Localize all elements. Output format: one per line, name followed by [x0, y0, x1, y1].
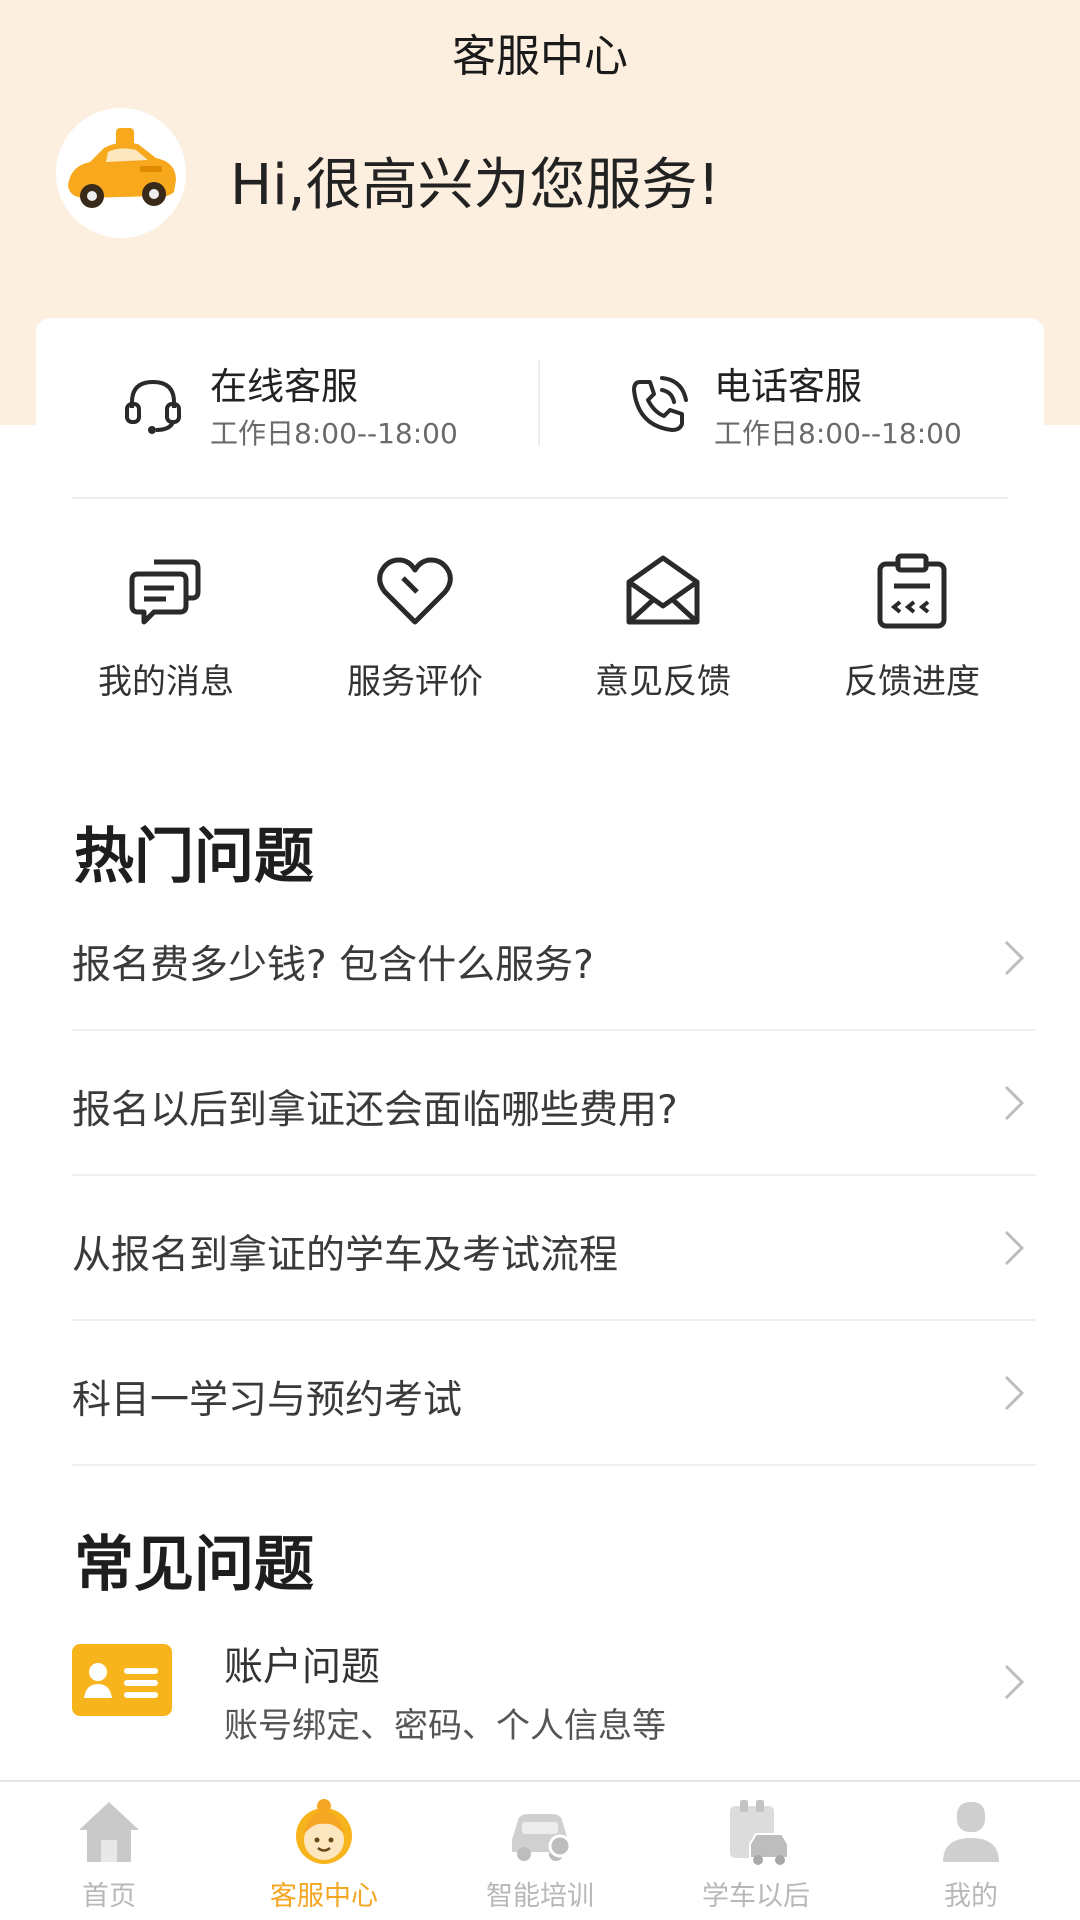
service-rating-label: 服务评价 [347, 662, 483, 702]
phone-icon [632, 376, 688, 432]
account-issues-item[interactable]: 账户问题 账号绑定、密码、个人信息等 [72, 1608, 1036, 1768]
tab-home[interactable]: 首页 [24, 1796, 194, 1916]
tab-mine[interactable]: 我的 [886, 1796, 1056, 1916]
hot-question-text: 从报名到拿证的学车及考试流程 [72, 1233, 619, 1278]
feedback-button[interactable]: 意见反馈 [563, 548, 763, 708]
hot-questions-title: 热门问题 [74, 822, 314, 892]
bottom-tab-bar: 首页 客服中心 智能培训 学车以后 我的 [0, 1780, 1080, 1920]
hot-question-text: 科目一学习与预约考试 [72, 1378, 463, 1423]
online-service-hours: 工作日8:00--18:00 [210, 417, 458, 450]
tab-after-learning[interactable]: 学车以后 [671, 1796, 841, 1916]
page-title: 客服中心 [452, 31, 628, 82]
clipboard-icon [877, 553, 947, 629]
tab-home-label: 首页 [82, 1881, 136, 1912]
divider [72, 497, 1008, 499]
tab-smart-training-label: 智能培训 [486, 1881, 594, 1912]
greeting-text: Hi,很高兴为您服务! [230, 153, 720, 218]
contact-divider [538, 360, 540, 446]
service-agent-icon [296, 1799, 352, 1864]
feedback-progress-button[interactable]: 反馈进度 [812, 548, 1012, 708]
phone-service-title: 电话客服 [714, 365, 862, 408]
hot-question-item[interactable]: 科目一学习与预约考试 [72, 1321, 1036, 1466]
phone-service-button[interactable]: 电话客服 工作日8:00--18:00 [622, 356, 1022, 456]
hot-question-text: 报名费多少钱? 包含什么服务? [72, 943, 594, 988]
tab-after-learning-label: 学车以后 [702, 1881, 810, 1912]
chevron-right-icon [1004, 940, 1025, 976]
tab-smart-training[interactable]: 智能培训 [455, 1796, 625, 1916]
hot-question-item[interactable]: 报名以后到拿证还会面临哪些费用? [72, 1031, 1036, 1176]
chevron-right-icon [1004, 1230, 1025, 1266]
avatar [56, 108, 186, 238]
envelope-icon [626, 555, 700, 625]
hot-question-text: 报名以后到拿证还会面临哪些费用? [72, 1088, 678, 1133]
online-service-title: 在线客服 [210, 365, 358, 408]
message-icon [129, 559, 201, 625]
car-training-icon [512, 1814, 572, 1861]
my-messages-label: 我的消息 [98, 662, 234, 702]
chevron-right-icon [1004, 1664, 1025, 1700]
feedback-label: 意见反馈 [595, 662, 731, 702]
common-questions-title: 常见问题 [74, 1530, 314, 1600]
account-issues-subtitle: 账号绑定、密码、个人信息等 [224, 1706, 666, 1746]
service-rating-button[interactable]: 服务评价 [315, 548, 515, 708]
hot-question-item[interactable]: 从报名到拿证的学车及考试流程 [72, 1176, 1036, 1321]
id-card-icon [72, 1644, 172, 1716]
hot-question-item[interactable]: 报名费多少钱? 包含什么服务? [72, 886, 1036, 1031]
user-icon [943, 1802, 999, 1862]
phone-service-hours: 工作日8:00--18:00 [714, 417, 962, 450]
chevron-right-icon [1004, 1375, 1025, 1411]
contact-card: 在线客服 工作日8:00--18:00 电话客服 工作日8:00--18:00 [36, 318, 1044, 498]
tab-service-center[interactable]: 客服中心 [239, 1796, 409, 1916]
online-service-button[interactable]: 在线客服 工作日8:00--18:00 [118, 356, 518, 456]
account-issues-title: 账户问题 [224, 1645, 381, 1690]
my-messages-button[interactable]: 我的消息 [66, 548, 266, 708]
home-icon [79, 1802, 139, 1862]
after-learning-icon [730, 1800, 789, 1865]
tab-service-center-label: 客服中心 [270, 1881, 378, 1912]
tab-mine-label: 我的 [944, 1881, 998, 1912]
heart-icon [377, 557, 453, 625]
chevron-right-icon [1004, 1085, 1025, 1121]
headset-icon [125, 379, 181, 434]
car-mascot-icon [56, 108, 186, 238]
feedback-progress-label: 反馈进度 [844, 662, 980, 702]
